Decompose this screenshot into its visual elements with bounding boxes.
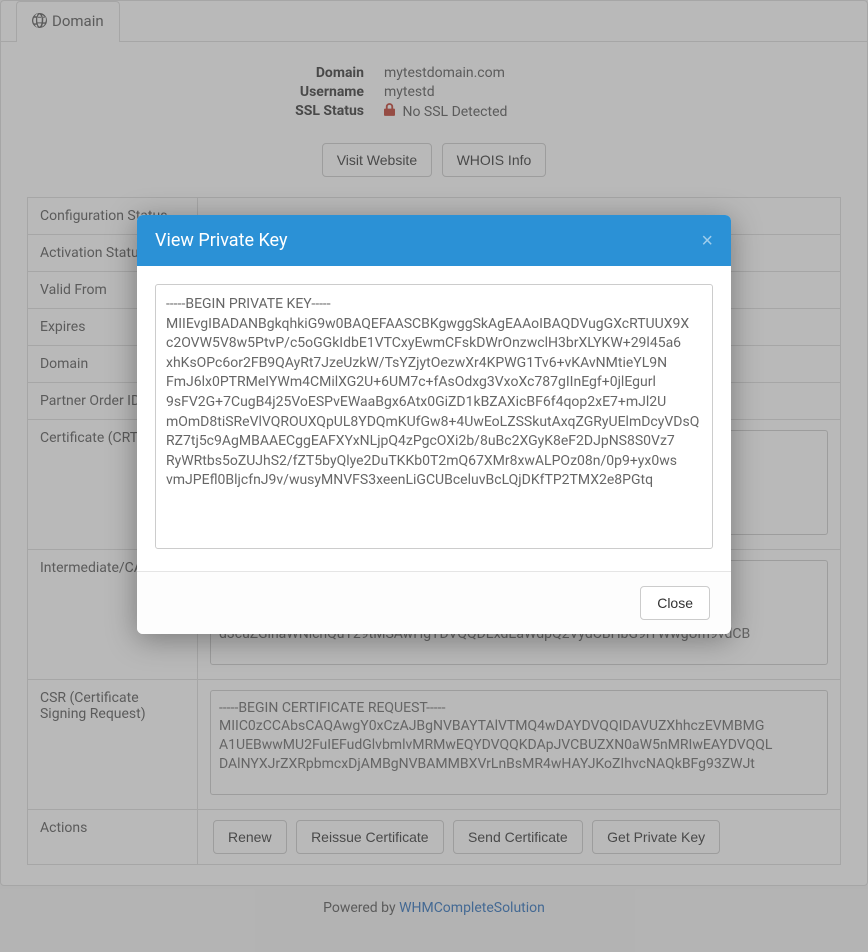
modal-title: View Private Key — [155, 230, 288, 251]
private-key-textarea[interactable] — [155, 284, 713, 549]
modal-close-button[interactable]: Close — [640, 586, 710, 620]
modal-overlay[interactable]: View Private Key × Close — [0, 0, 868, 952]
modal-footer: Close — [137, 571, 731, 634]
close-icon[interactable]: × — [701, 231, 713, 251]
private-key-modal: View Private Key × Close — [137, 215, 731, 634]
modal-body — [137, 266, 731, 571]
modal-header: View Private Key × — [137, 215, 731, 266]
